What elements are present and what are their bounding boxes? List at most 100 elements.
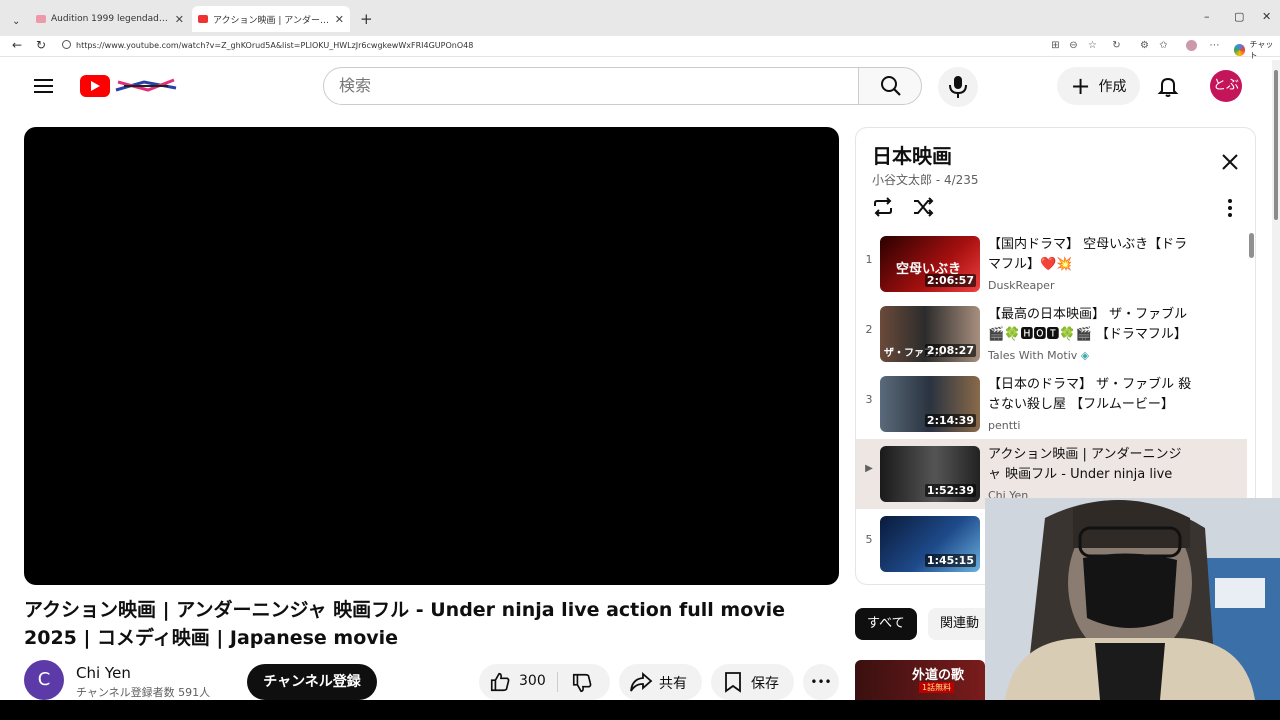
close-icon[interactable] bbox=[1220, 152, 1240, 172]
chip-all[interactable]: すべて bbox=[855, 608, 917, 640]
site-info-icon[interactable] bbox=[62, 40, 71, 49]
shuffle-icon[interactable] bbox=[911, 195, 935, 219]
channel-name[interactable]: Chi Yen bbox=[76, 664, 131, 682]
profile-icon[interactable] bbox=[1186, 40, 1197, 51]
recommended-video-thumbnail[interactable]: 外道の歌 1話無料 bbox=[855, 660, 985, 700]
playlist-item-thumbnail[interactable]: ザ・ファブル 2:08:27 bbox=[880, 306, 980, 362]
subscriber-count: チャンネル登録者数 591人 bbox=[76, 686, 211, 699]
copilot-chat-button[interactable]: チャット bbox=[1234, 39, 1280, 61]
tab-title: アクション映画 | アンダーニンジャ 映画フル bbox=[213, 15, 330, 26]
app-available-icon[interactable]: ⊞ bbox=[1050, 40, 1061, 51]
playlist-item-index: 2 bbox=[865, 323, 873, 336]
new-tab-button[interactable]: + bbox=[354, 6, 376, 32]
playlist-item-title: 【最高の日本映画】 ザ・ファブル 🎬🍀🅷🅾🆃🍀🎬 【ドラマフル】 bbox=[988, 307, 1188, 342]
tab-close-icon[interactable]: ✕ bbox=[335, 13, 344, 26]
close-window-button[interactable]: ✕ bbox=[1262, 10, 1271, 23]
like-divider bbox=[557, 672, 558, 692]
playlist-item-thumbnail[interactable]: 空母いぶき 2:06:57 bbox=[880, 236, 980, 292]
playlist-item-channel: DuskReaper bbox=[988, 279, 1055, 292]
playlist-title[interactable]: 日本映画 bbox=[872, 140, 952, 169]
verified-diamond-icon: ◈ bbox=[1080, 349, 1090, 362]
channel-avatar[interactable]: C bbox=[24, 660, 64, 700]
playlist-item-thumbnail[interactable]: 1:45:15 bbox=[880, 516, 980, 572]
zoom-icon[interactable]: ⊖ bbox=[1068, 40, 1079, 51]
extension-icon[interactable]: ⚙ bbox=[1139, 40, 1150, 51]
search-button[interactable] bbox=[858, 67, 922, 105]
save-label: 保存 bbox=[751, 676, 779, 692]
playlist-item-index: 3 bbox=[865, 393, 873, 406]
minimize-button[interactable]: – bbox=[1204, 10, 1210, 23]
share-button[interactable]: 共有 bbox=[619, 664, 702, 700]
playlist-item-index: 5 bbox=[865, 533, 873, 546]
bookmark-icon bbox=[725, 672, 741, 693]
duration-badge: 1:52:39 bbox=[924, 484, 976, 497]
channel-name: Tales With Motiv bbox=[988, 349, 1078, 362]
copilot-icon bbox=[1234, 44, 1246, 56]
playlist-scrollbar[interactable] bbox=[1249, 233, 1254, 258]
create-label: 作成 bbox=[1098, 79, 1127, 95]
save-button[interactable]: 保存 bbox=[711, 664, 794, 700]
search-input[interactable]: 検索 bbox=[323, 67, 859, 105]
playlist-item-index: 1 bbox=[865, 253, 873, 266]
refresh-extension-icon[interactable]: ↻ bbox=[1111, 40, 1122, 51]
favorites-icon[interactable]: ✩ bbox=[1158, 40, 1169, 51]
playlist-item-thumbnail[interactable]: 1:52:39 bbox=[880, 446, 980, 502]
search-icon bbox=[881, 76, 901, 96]
notifications-bell-icon[interactable] bbox=[1156, 74, 1180, 98]
maximize-button[interactable]: ▢ bbox=[1234, 10, 1244, 23]
scrollbar-thumb[interactable] bbox=[1274, 70, 1278, 220]
menu-hamburger-icon[interactable] bbox=[34, 78, 54, 94]
microphone-icon bbox=[949, 76, 967, 98]
tab-close-icon[interactable]: ✕ bbox=[175, 13, 184, 26]
playlist-item-channel: Tales With Motiv ◈ bbox=[988, 349, 1089, 362]
playlist-item-channel: pentti bbox=[988, 419, 1021, 432]
webcam-person-image bbox=[985, 498, 1280, 700]
more-menu-icon[interactable]: ⋯ bbox=[1209, 40, 1220, 51]
playlist-meta: 小谷文太郎 - 4/235 bbox=[872, 173, 979, 187]
reload-icon[interactable]: ↻ bbox=[36, 38, 46, 52]
tab-current-video[interactable]: アクション映画 | アンダーニンジャ 映画フル ✕ bbox=[192, 6, 350, 32]
tab-audition[interactable]: Audition 1999 legendado - YouTube ✕ bbox=[30, 6, 190, 32]
tab-title: Audition 1999 legendado - YouTube bbox=[51, 14, 170, 24]
playlist-more-icon[interactable] bbox=[1227, 198, 1233, 218]
youtube-logo-icon[interactable] bbox=[80, 75, 110, 97]
like-thumb-up-icon[interactable] bbox=[489, 671, 511, 693]
duration-badge: 2:08:27 bbox=[924, 344, 976, 357]
favorite-star-icon[interactable]: ☆ bbox=[1087, 40, 1098, 51]
duration-badge: 2:14:39 bbox=[924, 414, 976, 427]
playlist-item-title: 【国内ドラマ】 空母いぶき【ドラマフル】❤️💥 bbox=[988, 237, 1188, 272]
subscribe-button[interactable]: チャンネル登録 bbox=[247, 664, 377, 700]
share-arrow-icon bbox=[630, 672, 653, 692]
account-avatar[interactable]: とぶ bbox=[1210, 70, 1242, 102]
playlist-item[interactable]: 3 2:14:39 【日本のドラマ】 ザ・ファブル 殺さない殺し屋 【フルムービ… bbox=[856, 369, 1247, 439]
youtube-doodle-logo[interactable] bbox=[114, 76, 178, 96]
youtube-favicon-icon bbox=[36, 15, 46, 23]
voice-search-button[interactable] bbox=[938, 67, 978, 107]
video-title: アクション映画 | アンダーニンジャ 映画フル - Under ninja li… bbox=[24, 599, 786, 649]
plus-icon: + bbox=[1070, 72, 1091, 100]
playlist-item-thumbnail[interactable]: 2:14:39 bbox=[880, 376, 980, 432]
browser-tab-bar: ⌄ Audition 1999 legendado - YouTube ✕ アク… bbox=[0, 0, 1280, 36]
dislike-thumb-down-icon[interactable] bbox=[571, 672, 593, 694]
thumbnail-title: 外道の歌 bbox=[912, 668, 965, 683]
thumbnail-subtitle: 1話無料 bbox=[919, 682, 955, 693]
webcam-overlay bbox=[985, 498, 1280, 700]
duration-badge: 1:45:15 bbox=[924, 554, 976, 567]
loop-icon[interactable] bbox=[871, 195, 895, 219]
back-arrow-icon[interactable]: ← bbox=[12, 38, 22, 52]
playlist-item[interactable]: 2 ザ・ファブル 2:08:27 【最高の日本映画】 ザ・ファブル 🎬🍀🅷🅾🆃🍀… bbox=[856, 299, 1247, 369]
url-field[interactable]: https://www.youtube.com/watch?v=Z_ghKOru… bbox=[56, 37, 816, 54]
video-player[interactable] bbox=[24, 127, 839, 585]
youtube-favicon-icon bbox=[198, 15, 208, 23]
playlist-item-title: 【日本のドラマ】 ザ・ファブル 殺さない殺し屋 【フルムービー】 bbox=[988, 377, 1192, 412]
chat-label: チャット bbox=[1249, 40, 1274, 60]
like-count: 300 bbox=[519, 673, 546, 689]
playlist-item[interactable]: 1 空母いぶき 2:06:57 【国内ドラマ】 空母いぶき【ドラマフル】❤️💥 … bbox=[856, 229, 1247, 299]
more-actions-button[interactable]: ••• bbox=[803, 664, 839, 700]
address-bar-row: ← ↻ https://www.youtube.com/watch?v=Z_gh… bbox=[0, 36, 1280, 60]
now-playing-icon: ▶ bbox=[865, 463, 873, 474]
duration-badge: 2:06:57 bbox=[924, 274, 976, 287]
tab-list-button[interactable]: ⌄ bbox=[6, 8, 24, 34]
create-button[interactable]: + 作成 bbox=[1057, 67, 1140, 105]
share-label: 共有 bbox=[659, 676, 687, 692]
